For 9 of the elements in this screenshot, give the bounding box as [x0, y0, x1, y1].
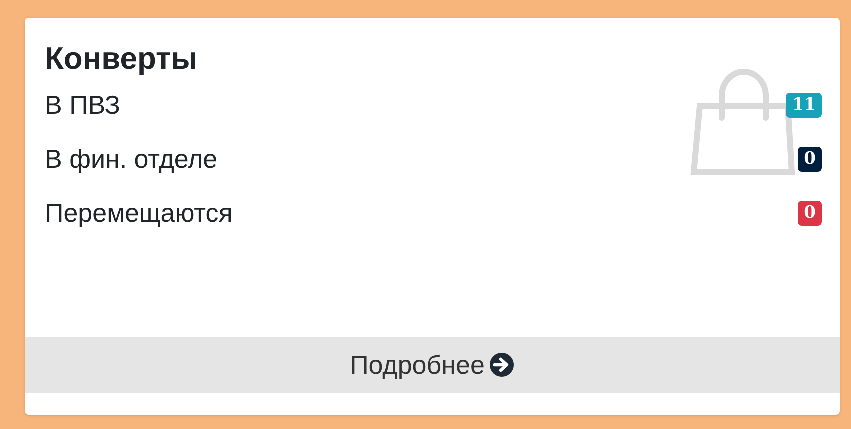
count-badge: 11 — [786, 93, 822, 118]
card-title: Конверты — [45, 40, 199, 78]
more-info-link[interactable]: Подробнее — [25, 337, 840, 393]
row-label: В ПВЗ — [45, 89, 120, 122]
row-label: Перемещаются — [45, 197, 233, 230]
count-badge: 0 — [798, 147, 822, 172]
arrow-circle-icon — [488, 352, 515, 378]
count-badge: 0 — [798, 201, 822, 226]
row-label: В фин. отделе — [45, 143, 218, 176]
